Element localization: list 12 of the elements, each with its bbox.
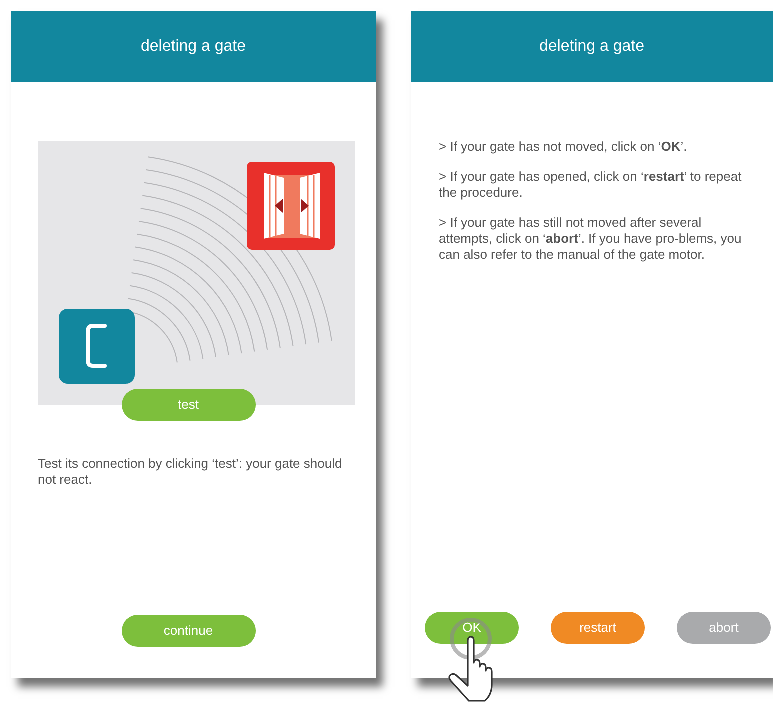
- instruction-text: Test its connection by clicking ‘test’: your gate should not react.: [38, 456, 344, 488]
- gate-icon: [247, 162, 335, 250]
- screen-title: deleting a gate: [540, 36, 644, 56]
- instruction-paragraph: > If your gate has not moved, click on ‘OK’.: [439, 139, 688, 155]
- action-button[interactable]: restart: [551, 612, 645, 644]
- test-button[interactable]: test: [122, 389, 256, 421]
- continue-button[interactable]: continue: [122, 615, 256, 647]
- action-button[interactable]: abort: [677, 612, 771, 644]
- screen-title: deleting a gate: [141, 36, 246, 56]
- remote-logo-icon: [59, 309, 135, 384]
- instruction-paragraph: > If your gate has still not moved after several attempts, click on ‘abort’. If you have pro-blems, you can also refer to the manual of the gate motor.: [439, 215, 743, 263]
- instruction-paragraph: > If your gate has opened, click on ‘restart’ to repeat the procedure.: [439, 169, 743, 201]
